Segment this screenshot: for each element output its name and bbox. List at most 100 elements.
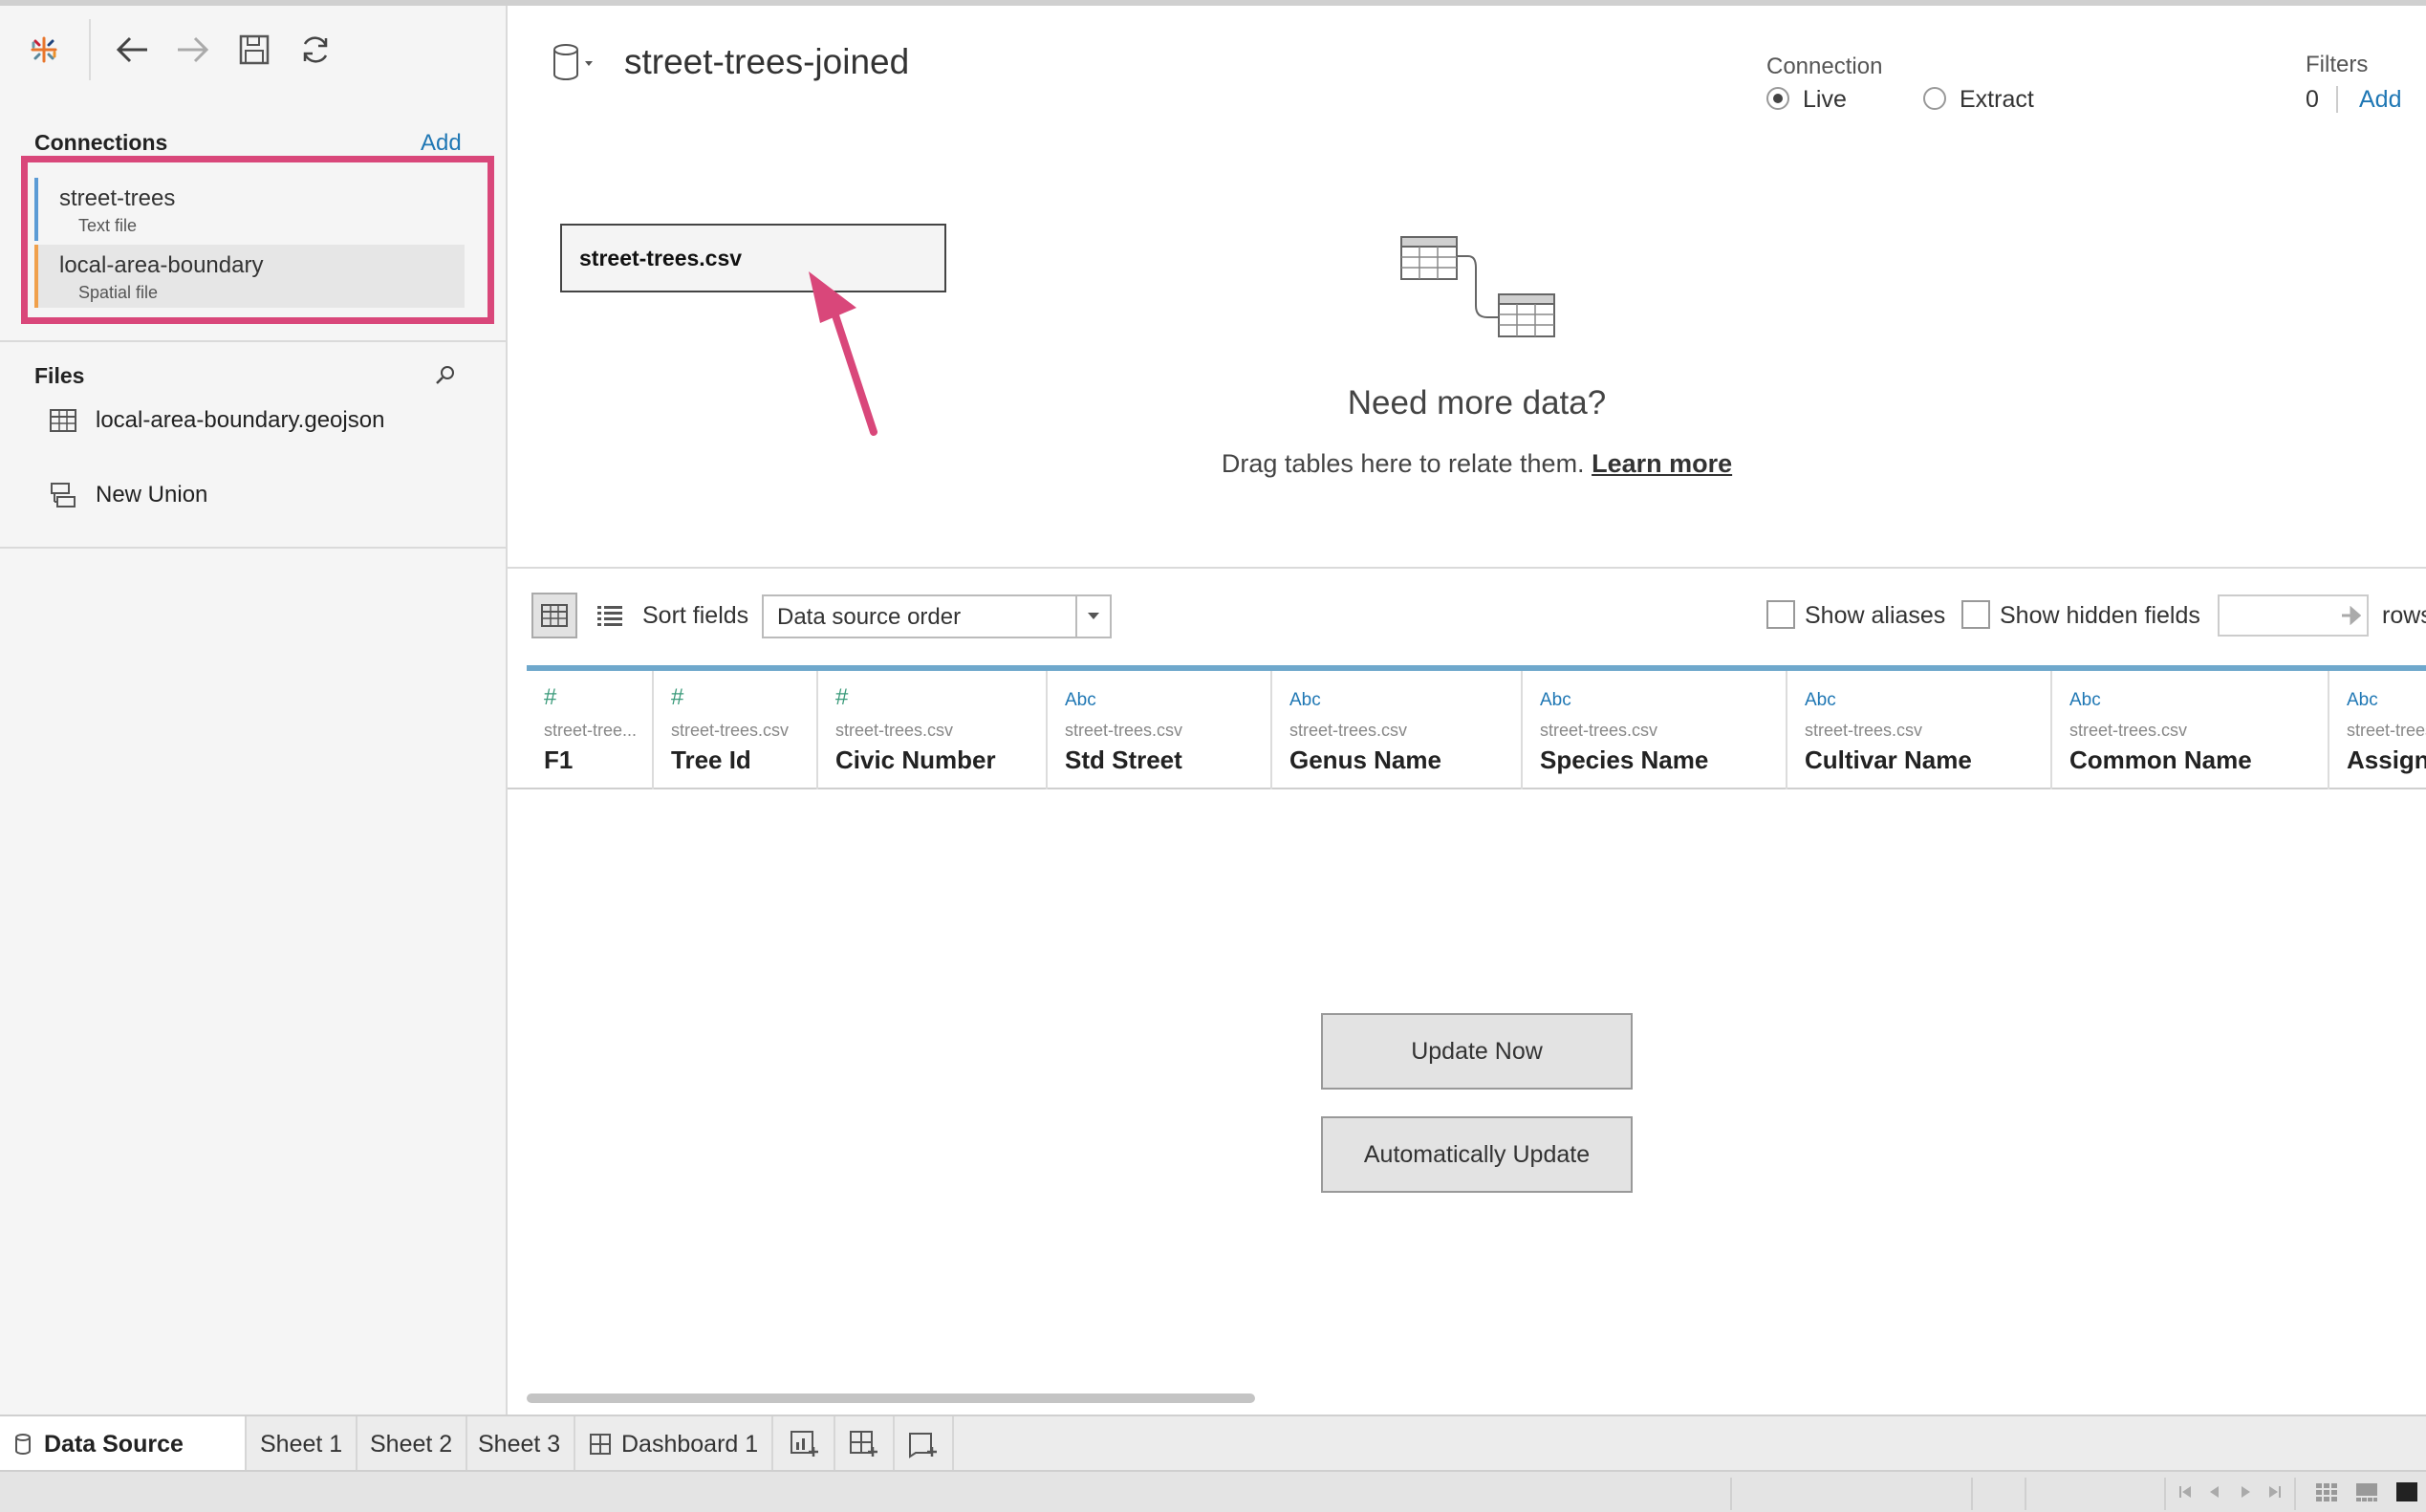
tableau-logo-icon[interactable] [17, 23, 71, 76]
first-page-icon[interactable] [2177, 1483, 2195, 1501]
tab-data-source[interactable]: Data Source [0, 1416, 247, 1472]
connection-label: Connection [1766, 54, 1883, 79]
back-button[interactable] [105, 23, 159, 76]
learn-more-link[interactable]: Learn more [1592, 449, 1732, 478]
column-header[interactable]: Abc street-trees.csv Cultivar Name [1787, 671, 2052, 789]
column-header[interactable]: Abc street-trees Assigne [2329, 671, 2426, 789]
live-label: Live [1803, 86, 1847, 113]
toolbar-divider [508, 567, 2426, 569]
column-source: street-trees.csv [2069, 721, 2188, 740]
string-type-icon[interactable]: Abc [2069, 690, 2101, 711]
tab-label: Dashboard 1 [621, 1430, 759, 1458]
sort-fields-value: Data source order [777, 604, 962, 630]
column-header[interactable]: # street-trees.csv Tree Id [654, 671, 818, 789]
sheet-tab-bar: Data Source Sheet 1 Sheet 2 Sheet 3 Dash… [0, 1415, 2426, 1472]
toolbar-divider [89, 19, 91, 80]
string-type-icon[interactable]: Abc [1289, 690, 1321, 711]
sheet-sorter-icon[interactable] [2315, 1481, 2338, 1502]
chevron-down-icon [1075, 596, 1110, 637]
new-dashboard-icon[interactable] [835, 1416, 895, 1472]
string-type-icon[interactable]: Abc [1540, 690, 1571, 711]
table-icon [50, 409, 76, 432]
show-aliases-label: Show aliases [1805, 602, 1946, 629]
number-type-icon[interactable]: # [671, 684, 683, 711]
status-divider [1971, 1478, 1973, 1510]
forward-button[interactable] [166, 23, 220, 76]
column-source: street-tree... [544, 721, 638, 740]
column-source: street-trees.csv [671, 721, 790, 740]
tab-sheet-3[interactable]: Sheet 3 [465, 1416, 576, 1472]
automatically-update-button[interactable]: Automatically Update [1321, 1116, 1633, 1193]
list-view-button[interactable] [587, 593, 633, 638]
update-now-button[interactable]: Update Now [1321, 1013, 1633, 1090]
section-divider [0, 340, 508, 342]
arrow-right-icon[interactable] [2340, 606, 2361, 625]
column-name: F1 [544, 745, 574, 774]
number-type-icon[interactable]: # [544, 684, 556, 711]
tab-sheet-1[interactable]: Sheet 1 [247, 1416, 358, 1472]
need-more-data-title: Need more data? [1347, 384, 1607, 421]
datasource-title[interactable]: street-trees-joined [624, 42, 909, 82]
column-header[interactable]: Abc street-trees.csv Species Name [1523, 671, 1787, 789]
tab-dashboard-1[interactable]: Dashboard 1 [575, 1416, 774, 1472]
last-page-icon[interactable] [2265, 1483, 2283, 1501]
filmstrip-icon[interactable] [2355, 1481, 2378, 1502]
column-header[interactable]: Abc street-trees.csv Std Street [1048, 671, 1272, 789]
next-page-icon[interactable] [2237, 1483, 2254, 1501]
save-button[interactable] [227, 23, 281, 76]
table-pill-label: street-trees.csv [579, 245, 743, 270]
string-type-icon[interactable]: Abc [1805, 690, 1836, 711]
column-header[interactable]: # street-trees.csv Civic Number [818, 671, 1048, 789]
relate-tables-illustration-icon [1399, 235, 1558, 340]
extract-radio[interactable] [1923, 87, 1946, 110]
refresh-button[interactable] [289, 23, 342, 76]
filters-count: 0 [2306, 86, 2319, 113]
add-filter-link[interactable]: Add [2359, 86, 2401, 114]
status-divider [2294, 1478, 2296, 1510]
rows-label: rows [2382, 602, 2426, 629]
tab-label: Sheet 1 [260, 1430, 343, 1458]
rows-input[interactable] [2218, 594, 2369, 637]
horizontal-scrollbar[interactable] [527, 1393, 1255, 1403]
drag-tables-text: Drag tables here to relate them. Learn m… [1147, 449, 1807, 479]
column-source: street-trees [2347, 721, 2426, 740]
status-bar [0, 1470, 2426, 1512]
database-icon [15, 1434, 31, 1455]
arrow-left-icon [116, 36, 147, 63]
file-item-new-union[interactable]: New Union [50, 476, 207, 514]
show-hidden-fields-label: Show hidden fields [2000, 602, 2200, 629]
column-source: street-trees.csv [1289, 721, 1408, 740]
new-story-icon[interactable] [895, 1416, 954, 1472]
connections-title: Connections [34, 130, 168, 155]
dashboard-icon [590, 1434, 611, 1455]
status-divider [2025, 1478, 2026, 1510]
number-type-icon[interactable]: # [835, 684, 848, 711]
live-radio[interactable] [1766, 87, 1789, 110]
tabs-view-icon[interactable] [2395, 1481, 2418, 1502]
file-item-geojson[interactable]: local-area-boundary.geojson [50, 401, 384, 440]
grid-view-button[interactable] [531, 593, 577, 638]
add-connection-link[interactable]: Add [421, 130, 462, 157]
show-aliases-checkbox[interactable] [1766, 600, 1795, 629]
database-icon [553, 44, 593, 80]
new-worksheet-icon[interactable] [776, 1416, 835, 1472]
show-hidden-fields-checkbox[interactable] [1961, 600, 1990, 629]
previous-page-icon[interactable] [2206, 1483, 2223, 1501]
datasource-dropdown[interactable] [549, 42, 600, 82]
list-icon [597, 606, 622, 626]
sort-fields-label: Sort fields [642, 602, 749, 629]
files-search-icon[interactable] [434, 363, 457, 386]
column-name: Assigne [2347, 745, 2426, 774]
column-source: street-trees.csv [1065, 721, 1183, 740]
sort-fields-select[interactable]: Data source order [762, 594, 1112, 638]
column-header[interactable]: Abc street-trees.csv Genus Name [1272, 671, 1523, 789]
filters-divider [2336, 86, 2338, 113]
string-type-icon[interactable]: Abc [2347, 690, 2378, 711]
tab-label: Sheet 3 [478, 1430, 561, 1458]
column-header[interactable]: Abc street-trees.csv Common Name [2052, 671, 2329, 789]
tab-sheet-2[interactable]: Sheet 2 [357, 1416, 468, 1472]
grid-icon [541, 604, 568, 627]
drag-tables-label: Drag tables here to relate them. [1221, 449, 1585, 478]
string-type-icon[interactable]: Abc [1065, 690, 1096, 711]
column-header[interactable]: # street-tree... F1 [527, 671, 654, 789]
